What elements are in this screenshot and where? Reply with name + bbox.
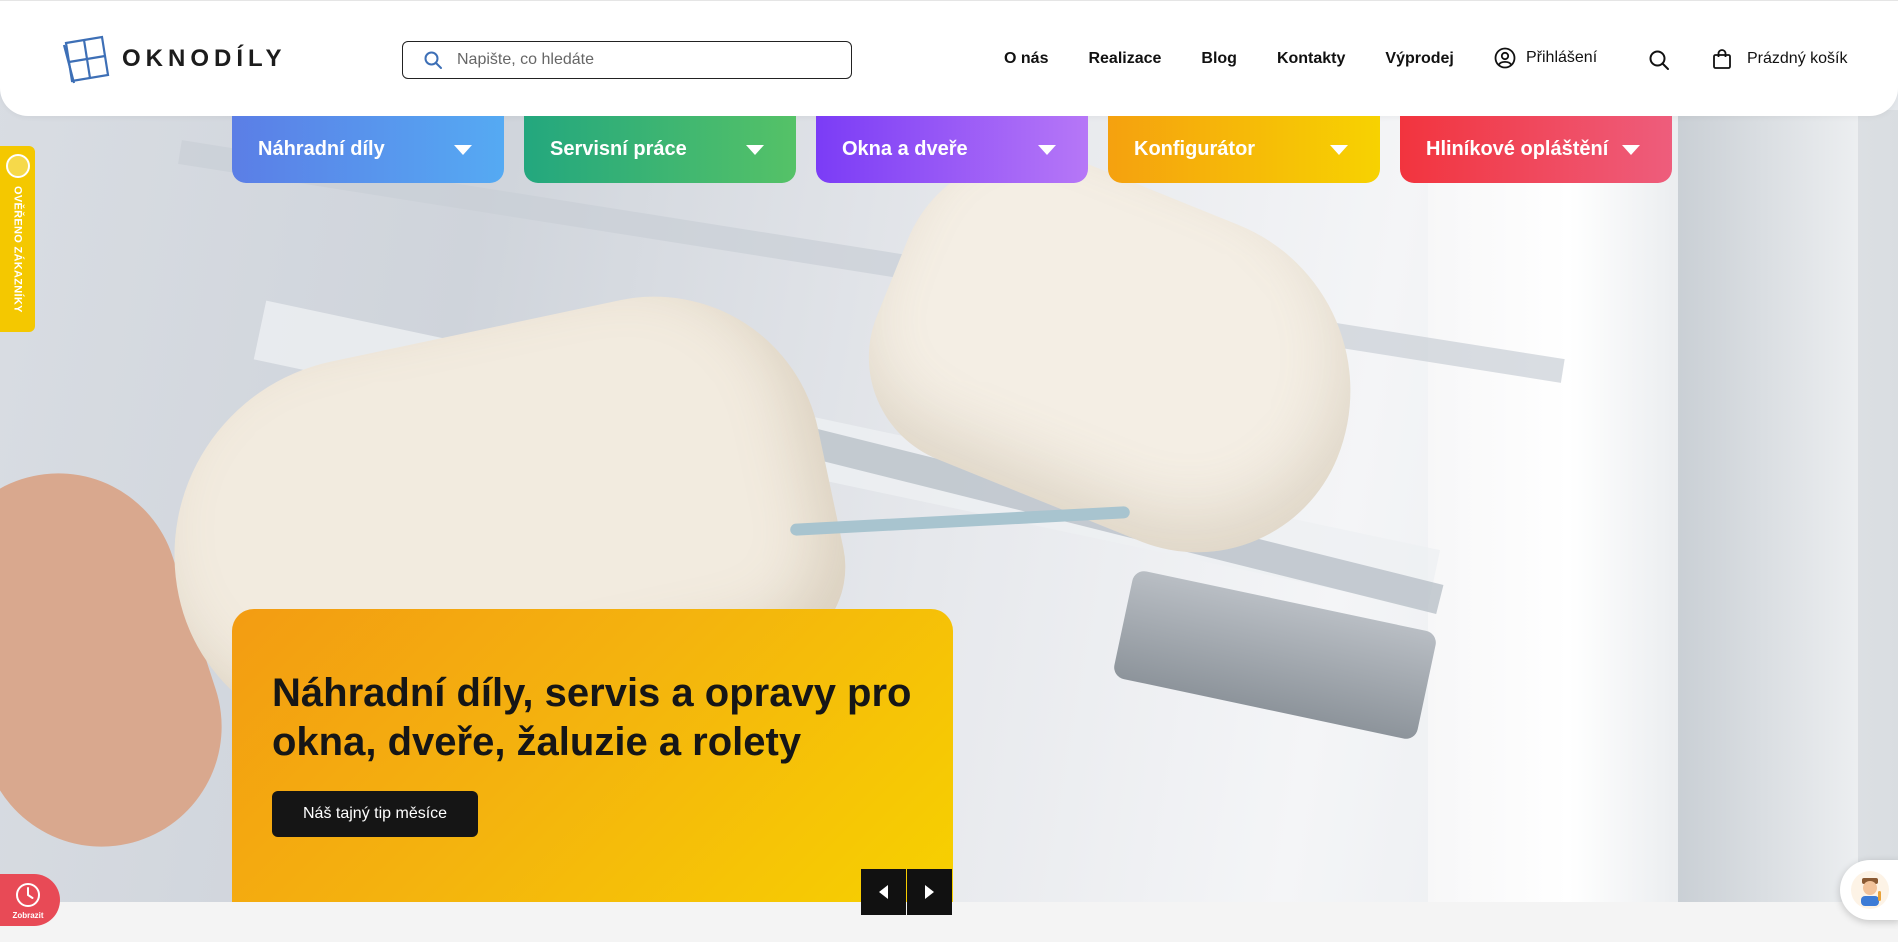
triangle-down-icon (454, 144, 472, 155)
nav-link-o-nas[interactable]: O nás (1004, 50, 1048, 68)
nav-link-blog[interactable]: Blog (1201, 50, 1237, 68)
category-okna-a-dvere[interactable]: Okna a dveře (816, 116, 1088, 183)
arrow-left-icon (879, 885, 888, 899)
triangle-down-icon (1622, 144, 1640, 155)
triangle-down-icon (1330, 144, 1348, 155)
category-konfigurator[interactable]: Konfigurátor (1108, 116, 1380, 183)
triangle-down-icon (746, 144, 764, 155)
category-label: Konfigurátor (1134, 138, 1256, 160)
show-history-button[interactable]: Zobrazit (0, 874, 60, 926)
hero-title: Náhradní díly, servis a opravy pro okna,… (272, 671, 912, 764)
cart-button[interactable]: Prázdný košík (1711, 48, 1847, 70)
nav-link-realizace[interactable]: Realizace (1088, 50, 1161, 68)
nav-link-kontakty[interactable]: Kontakty (1277, 50, 1345, 68)
chat-widget[interactable] (1840, 860, 1898, 920)
verified-badge[interactable]: OVĚŘENO ZÁKAZNÍKY (0, 146, 35, 332)
clock-icon (16, 882, 40, 907)
secret-tip-button[interactable]: Náš tajný tip měsíce (272, 791, 479, 837)
login-label: Přihlášení (1526, 49, 1598, 66)
slider-next-button[interactable] (907, 869, 952, 915)
badge-seal-icon (5, 154, 30, 178)
login-button[interactable]: Přihlášení (1494, 47, 1597, 69)
search-icon[interactable] (1648, 49, 1670, 71)
category-label: Hliníkové opláštění (1426, 138, 1609, 160)
main-nav: O nás Realizace Blog Kontakty Výprodej (1004, 50, 1494, 68)
search-icon (424, 51, 442, 69)
category-menu: Náhradní díly Servisní práce Okna a dveř… (232, 116, 1692, 183)
slider-controls (861, 869, 953, 915)
badge-label: OVĚŘENO ZÁKAZNÍKY (11, 186, 24, 313)
slider-prev-button[interactable] (861, 869, 906, 915)
hero-promo-box: Náhradní díly, servis a opravy pro okna,… (232, 609, 953, 902)
triangle-down-icon (1038, 144, 1056, 155)
shopping-bag-icon (1713, 49, 1731, 69)
logo[interactable]: OKNODÍLY (60, 31, 286, 87)
window-logo-icon (62, 35, 110, 84)
search-bar[interactable] (402, 41, 852, 79)
search-input[interactable] (457, 51, 837, 69)
user-circle-icon (1494, 47, 1516, 69)
site-header: OKNODÍLY O nás Realizace Blog Kontakty V… (0, 0, 1898, 116)
nav-link-vyprodej[interactable]: Výprodej (1385, 50, 1453, 68)
logo-text: OKNODÍLY (122, 45, 287, 72)
category-nahradni-dily[interactable]: Náhradní díly (232, 116, 504, 183)
category-label: Okna a dveře (842, 138, 968, 160)
category-label: Náhradní díly (258, 138, 385, 160)
cart-label: Prázdný košík (1747, 50, 1848, 67)
category-servisni-prace[interactable]: Servisní práce (524, 116, 796, 183)
category-label: Servisní práce (550, 138, 687, 160)
chat-avatar-icon (1851, 871, 1889, 909)
arrow-right-icon (925, 885, 934, 899)
category-hlinikove-oplasteni[interactable]: Hliníkové opláštění (1400, 116, 1672, 183)
show-label: Zobrazit (12, 910, 44, 920)
